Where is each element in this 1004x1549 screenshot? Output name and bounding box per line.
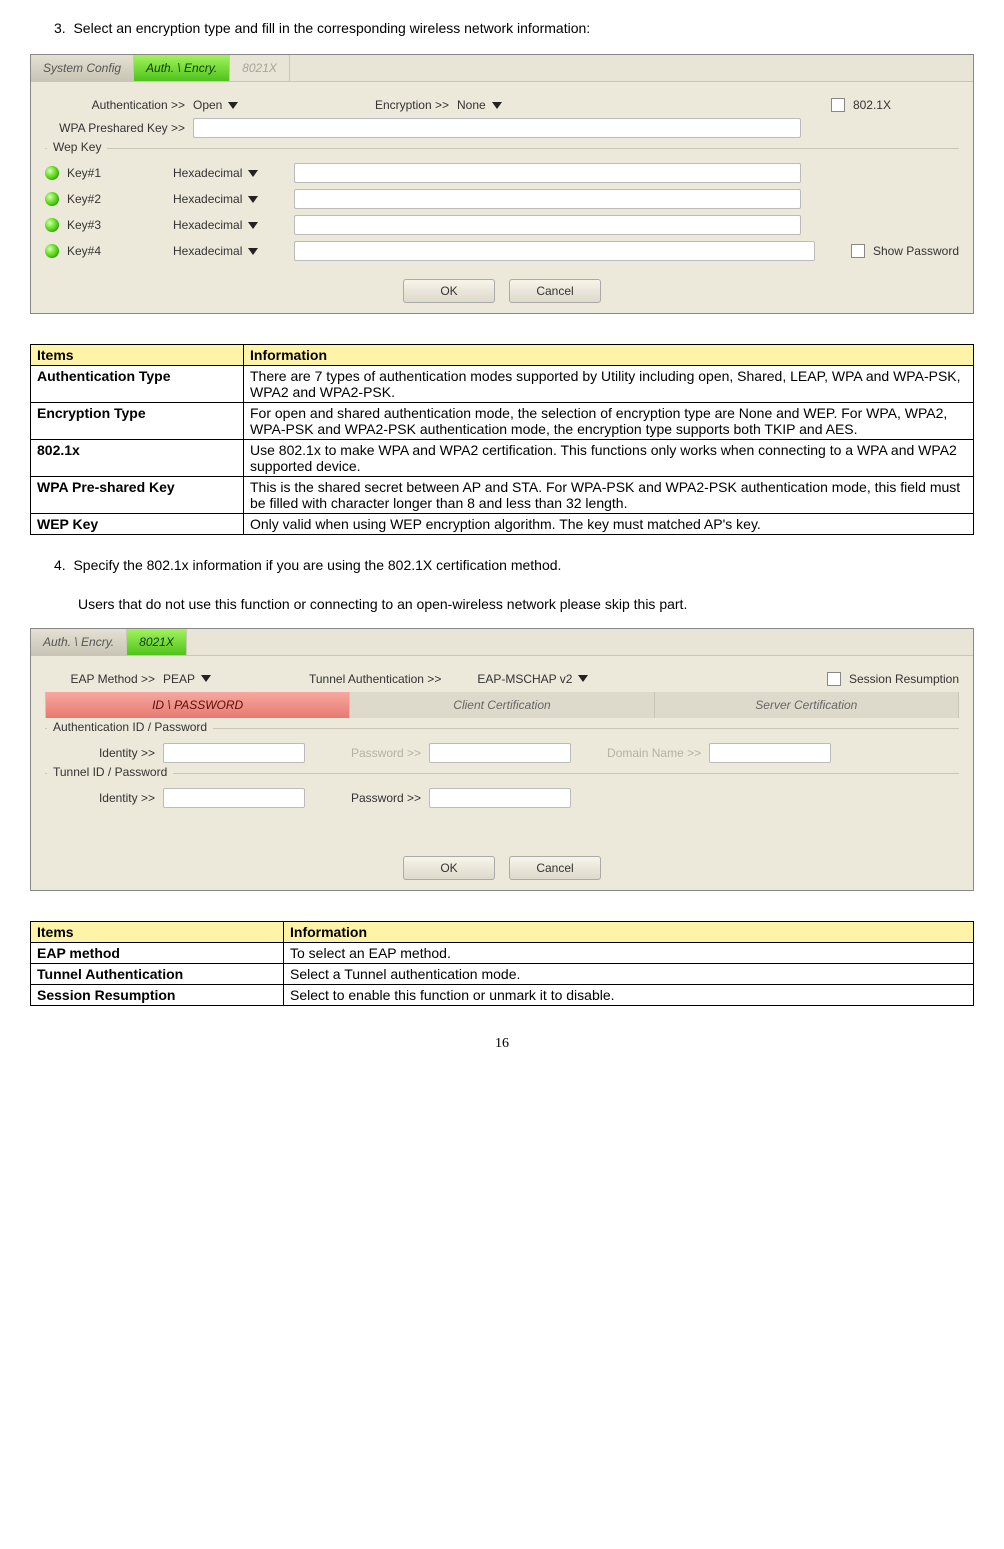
key3-input[interactable] bbox=[294, 215, 801, 235]
ok-button-2[interactable]: OK bbox=[403, 856, 495, 880]
authentication-dropdown[interactable]: Open bbox=[193, 98, 273, 112]
auth-encry-info-table: Items Information Authentication Type Th… bbox=[30, 344, 974, 535]
encryption-value: None bbox=[457, 98, 486, 112]
table-row: Authentication Type There are 7 types of… bbox=[31, 366, 974, 403]
psk-label: WPA Preshared Key >> bbox=[45, 121, 185, 135]
8021x-checkbox-label: 802.1X bbox=[853, 98, 891, 112]
page-number: 16 bbox=[30, 1036, 974, 1052]
domain-input[interactable] bbox=[709, 743, 831, 763]
table2-header-items: Items bbox=[31, 921, 284, 942]
tunnel-label: Tunnel Authentication >> bbox=[309, 672, 441, 686]
key1-label: Key#1 bbox=[67, 166, 117, 180]
enc-label: Encryption >> bbox=[349, 98, 449, 112]
tab-8021x[interactable]: 8021X bbox=[127, 629, 187, 655]
session-resumption-label: Session Resumption bbox=[849, 672, 959, 686]
key3-radio[interactable] bbox=[45, 218, 59, 232]
tab-system-config[interactable]: System Config bbox=[31, 55, 134, 81]
step-4: 4. Specify the 802.1x information if you… bbox=[30, 557, 974, 573]
table-row: EAP method To select an EAP method. bbox=[31, 942, 974, 963]
table1-header-items: Items bbox=[31, 345, 244, 366]
chevron-down-icon bbox=[248, 170, 258, 177]
password1-input[interactable] bbox=[429, 743, 571, 763]
wep-key-group: Wep Key Key#1 Hexadecimal Key#2 Hexadeci… bbox=[45, 148, 959, 261]
identity2-label: Identity >> bbox=[45, 791, 155, 805]
table-row: WEP Key Only valid when using WEP encryp… bbox=[31, 514, 974, 535]
show-password-checkbox[interactable] bbox=[851, 244, 865, 258]
chevron-down-icon bbox=[492, 102, 502, 109]
tab-8021x-disabled: 8021X bbox=[230, 55, 290, 81]
password2-label: Password >> bbox=[351, 791, 421, 805]
key1-input[interactable] bbox=[294, 163, 801, 183]
step-3-num: 3. bbox=[54, 20, 66, 36]
table-row: 802.1x Use 802.1x to make WPA and WPA2 c… bbox=[31, 440, 974, 477]
key1-type-dropdown[interactable]: Hexadecimal bbox=[173, 166, 258, 180]
tunnel-auth-dropdown[interactable]: EAP-MSCHAP v2 bbox=[477, 672, 607, 686]
eap-label: EAP Method >> bbox=[45, 672, 155, 686]
wep-legend: Wep Key bbox=[47, 140, 107, 154]
identity1-input[interactable] bbox=[163, 743, 305, 763]
key2-input[interactable] bbox=[294, 189, 801, 209]
subtab-id-password[interactable]: ID \ PASSWORD bbox=[46, 692, 350, 718]
identity2-input[interactable] bbox=[163, 788, 305, 808]
show-password-label: Show Password bbox=[873, 244, 959, 258]
key3-label: Key#3 bbox=[67, 218, 117, 232]
psk-input[interactable] bbox=[193, 118, 801, 138]
table-row: Session Resumption Select to enable this… bbox=[31, 984, 974, 1005]
cancel-button[interactable]: Cancel bbox=[509, 279, 601, 303]
password2-input[interactable] bbox=[429, 788, 571, 808]
key1-radio[interactable] bbox=[45, 166, 59, 180]
step-4-text: Specify the 802.1x information if you ar… bbox=[73, 557, 561, 573]
table2-header-info: Information bbox=[284, 921, 974, 942]
cancel-button-2[interactable]: Cancel bbox=[509, 856, 601, 880]
table1-header-info: Information bbox=[244, 345, 974, 366]
8021x-checkbox[interactable] bbox=[831, 98, 845, 112]
8021x-info-table: Items Information EAP method To select a… bbox=[30, 921, 974, 1006]
step-4-num: 4. bbox=[54, 557, 66, 573]
chevron-down-icon bbox=[248, 196, 258, 203]
encryption-dropdown[interactable]: None bbox=[457, 98, 537, 112]
key2-radio[interactable] bbox=[45, 192, 59, 206]
auth-label: Authentication >> bbox=[45, 98, 185, 112]
chevron-down-icon bbox=[201, 675, 211, 682]
auth-id-group: Authentication ID / Password Identity >>… bbox=[45, 728, 959, 763]
tab-auth-encry[interactable]: Auth. \ Encry. bbox=[134, 55, 230, 81]
session-resumption-checkbox[interactable] bbox=[827, 672, 841, 686]
auth-encry-panel: System Config Auth. \ Encry. 8021X Authe… bbox=[30, 54, 974, 314]
chevron-down-icon bbox=[228, 102, 238, 109]
step-3: 3. Select an encryption type and fill in… bbox=[30, 20, 974, 36]
key4-type-dropdown[interactable]: Hexadecimal bbox=[173, 244, 258, 258]
key4-input[interactable] bbox=[294, 241, 815, 261]
ok-button[interactable]: OK bbox=[403, 279, 495, 303]
table-row: WPA Pre-shared Key This is the shared se… bbox=[31, 477, 974, 514]
panel2-tabbar: Auth. \ Encry. 8021X bbox=[31, 629, 973, 656]
step-4-sub: Users that do not use this function or c… bbox=[30, 591, 974, 618]
key2-label: Key#2 bbox=[67, 192, 117, 206]
key4-label: Key#4 bbox=[67, 244, 117, 258]
chevron-down-icon bbox=[248, 222, 258, 229]
chevron-down-icon bbox=[578, 675, 588, 682]
key4-radio[interactable] bbox=[45, 244, 59, 258]
password1-label: Password >> bbox=[351, 746, 421, 760]
chevron-down-icon bbox=[248, 248, 258, 255]
subtab-server-cert[interactable]: Server Certification bbox=[655, 692, 958, 718]
authentication-value: Open bbox=[193, 98, 222, 112]
8021x-panel: Auth. \ Encry. 8021X EAP Method >> PEAP … bbox=[30, 628, 974, 891]
eap-method-dropdown[interactable]: PEAP bbox=[163, 672, 263, 686]
key3-type-dropdown[interactable]: Hexadecimal bbox=[173, 218, 258, 232]
identity1-label: Identity >> bbox=[45, 746, 155, 760]
tab-auth-encry-2[interactable]: Auth. \ Encry. bbox=[31, 629, 127, 655]
auth-id-legend: Authentication ID / Password bbox=[47, 720, 213, 734]
domain-label: Domain Name >> bbox=[607, 746, 701, 760]
subtab-client-cert[interactable]: Client Certification bbox=[350, 692, 654, 718]
tunnel-id-group: Tunnel ID / Password Identity >> Passwor… bbox=[45, 773, 959, 844]
panel1-tabbar: System Config Auth. \ Encry. 8021X bbox=[31, 55, 973, 82]
table-row: Encryption Type For open and shared auth… bbox=[31, 403, 974, 440]
key2-type-dropdown[interactable]: Hexadecimal bbox=[173, 192, 258, 206]
step-3-text: Select an encryption type and fill in th… bbox=[73, 20, 590, 36]
tunnel-id-legend: Tunnel ID / Password bbox=[47, 765, 173, 779]
table-row: Tunnel Authentication Select a Tunnel au… bbox=[31, 963, 974, 984]
